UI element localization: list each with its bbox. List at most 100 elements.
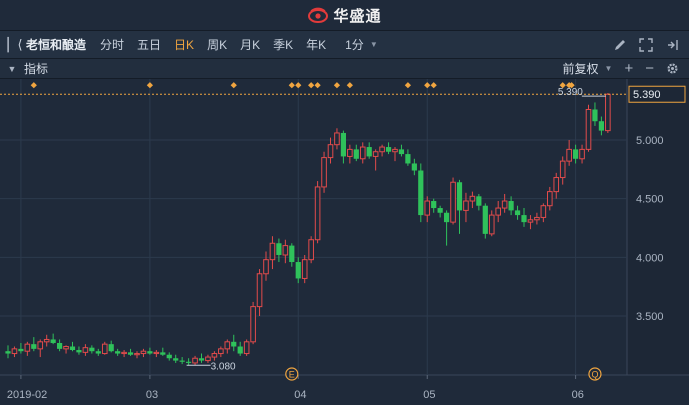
minute-period-label: 1分 — [345, 38, 364, 52]
candle-body — [250, 306, 256, 343]
pin-right-icon[interactable] — [665, 38, 679, 52]
candle-body — [192, 357, 198, 364]
candle-body — [508, 201, 514, 211]
y-tick-label: 4.500 — [636, 194, 664, 206]
candle-body — [385, 147, 392, 152]
candle-body — [488, 214, 495, 235]
candle-body — [37, 341, 44, 350]
candle-body — [501, 200, 508, 209]
indicator-label[interactable]: 指标 — [24, 60, 48, 77]
candle-body — [31, 344, 37, 349]
kline-chart[interactable]: 5.000 4.500 4.000 3.500 2019-02 03 04 05 06 5.390… — [0, 79, 689, 405]
minute-period-select[interactable]: 1分 ▼ — [345, 36, 378, 53]
candle-body — [514, 210, 521, 216]
candle-body — [495, 207, 501, 216]
candle-body — [179, 360, 185, 362]
gear-icon[interactable] — [666, 62, 679, 75]
candle-body — [340, 132, 346, 157]
kline-chart-canvas[interactable]: 5.000 4.500 4.000 3.500 2019-02 03 04 05 06 5.390… — [0, 79, 689, 405]
candle-body — [11, 348, 18, 355]
event-badge-label: Q — [591, 370, 598, 380]
candle-body — [211, 353, 218, 358]
candle-body — [527, 219, 534, 223]
candle-body — [127, 352, 134, 355]
candle-body — [18, 348, 24, 352]
event-badge-label: E — [289, 370, 295, 380]
candle-body — [392, 148, 398, 153]
x-tick-label: 03 — [146, 389, 158, 401]
candle-body — [89, 347, 95, 352]
candle-body — [160, 352, 166, 355]
indicator-actions: 前复权 ▼ + − — [563, 60, 679, 77]
candle-body — [379, 146, 385, 153]
candle-body — [121, 351, 127, 355]
candle-body — [534, 216, 540, 221]
app-title: 华盛通 — [333, 7, 382, 25]
tab-yearly-k[interactable]: 年K — [306, 36, 326, 53]
candle-body — [76, 350, 82, 353]
tab-timeshare[interactable]: 分时 — [100, 36, 124, 53]
candle-body — [205, 356, 211, 362]
candle-body — [437, 208, 443, 213]
collapse-left-icon[interactable]: ▏⟨ — [4, 37, 26, 53]
title-bar: 华盛通 — [0, 0, 689, 31]
price-axis-background — [627, 79, 689, 375]
y-tick-label: 5.000 — [636, 135, 664, 147]
candle-body — [115, 351, 121, 354]
candle-body — [547, 191, 553, 207]
tab-monthly-k[interactable]: 月K — [240, 36, 260, 53]
candle-body — [237, 346, 243, 354]
candle-body — [566, 148, 572, 162]
tab-weekly-k[interactable]: 周K — [207, 36, 227, 53]
candle-body — [198, 358, 205, 361]
x-tick-label: 2019-02 — [7, 389, 47, 401]
candle-body — [301, 259, 308, 279]
candle-body — [43, 338, 50, 343]
candle-body — [353, 149, 359, 159]
candle-body — [559, 160, 566, 179]
x-tick-label: 04 — [294, 389, 306, 401]
max-price-label: 5.390 — [558, 87, 583, 98]
tab-five-day[interactable]: 五日 — [137, 36, 161, 53]
tab-daily-k[interactable]: 日K — [174, 36, 194, 53]
candle-body — [327, 144, 334, 159]
candle-body — [282, 245, 289, 256]
plus-icon[interactable]: + — [624, 60, 633, 77]
x-tick-label: 05 — [423, 389, 435, 401]
pencil-icon[interactable] — [613, 38, 627, 52]
candle-body — [573, 149, 579, 159]
candle-body — [50, 339, 56, 343]
expand-icon[interactable] — [639, 38, 653, 52]
candle-body — [431, 201, 437, 209]
candle-body — [540, 205, 547, 218]
chevron-down-icon[interactable]: ▼ — [0, 64, 24, 74]
candle-body — [57, 342, 63, 349]
candle-body — [521, 215, 527, 223]
candle-body — [5, 351, 11, 354]
candle-body — [231, 341, 237, 347]
candle-body — [579, 148, 585, 160]
minus-icon[interactable]: − — [645, 60, 654, 77]
candle-body — [405, 154, 411, 164]
toolbar-actions — [613, 31, 679, 59]
plot-background — [0, 79, 627, 375]
candle-body — [289, 245, 295, 263]
price-adjust-label: 前复权 — [562, 62, 599, 76]
price-adjust-select[interactable]: 前复权 ▼ — [563, 60, 613, 77]
candle-body — [553, 177, 560, 193]
candle-body — [418, 170, 424, 216]
app-logo: 华盛通 — [307, 5, 381, 26]
candle-body — [295, 262, 301, 279]
candle-body — [585, 108, 592, 150]
candle-body — [321, 157, 327, 188]
candle-body — [347, 148, 353, 157]
candle-body — [424, 200, 431, 216]
candle-body — [372, 151, 379, 157]
candle-body — [256, 273, 263, 308]
candle-body — [82, 347, 89, 353]
tab-quarterly-k[interactable]: 季K — [273, 36, 293, 53]
candle-body — [63, 346, 69, 350]
candle-body — [24, 343, 31, 352]
stock-name[interactable]: 老恒和酿造 — [26, 36, 86, 53]
candle-body — [398, 149, 405, 155]
